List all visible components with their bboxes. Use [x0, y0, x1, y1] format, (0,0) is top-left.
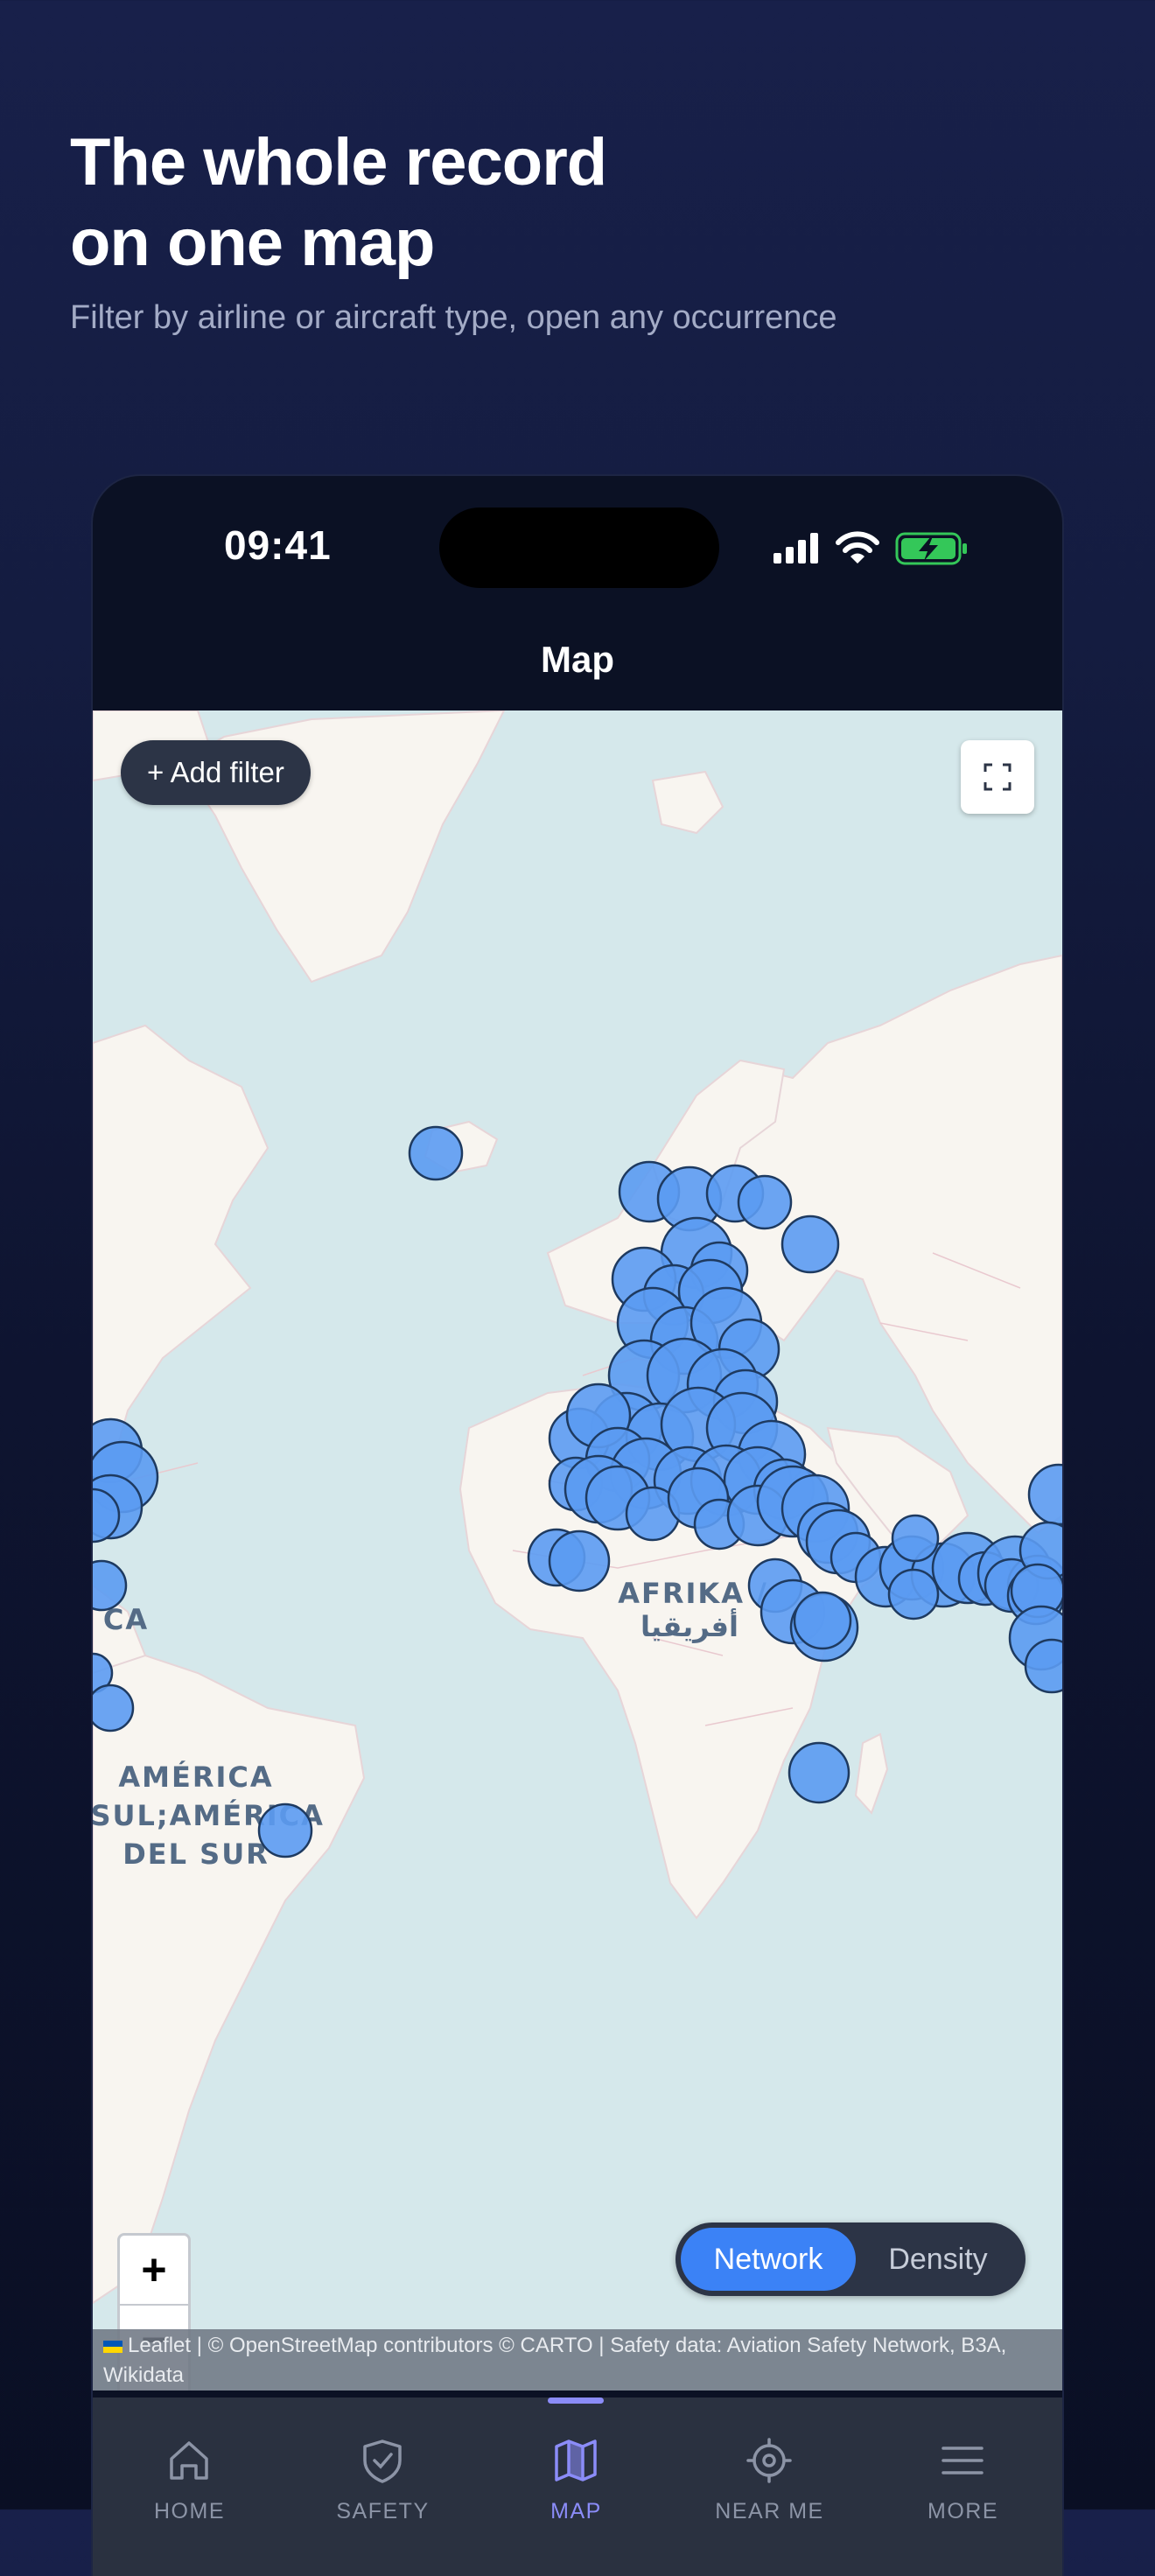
promo-headline-line2: on one map: [70, 206, 435, 280]
leaflet-link[interactable]: Leaflet: [128, 2334, 191, 2357]
mode-density-button[interactable]: Density: [856, 2228, 1020, 2291]
tab-near-me[interactable]: NEAR ME: [673, 2398, 866, 2576]
zoom-in-button[interactable]: +: [120, 2236, 188, 2304]
promo-subline: Filter by airline or aircraft type, open…: [70, 299, 837, 336]
map-label-south-america-line1: AMÉRICA: [118, 1760, 273, 1794]
occurrence-marker[interactable]: [737, 1174, 793, 1230]
landmass-madagascar: [854, 1732, 889, 1815]
tab-bar: HOME SAFETY MAP NEAR ME MORE: [93, 2398, 1062, 2576]
occurrence-marker[interactable]: [793, 1591, 852, 1650]
map-icon: [555, 2440, 597, 2482]
landmass-south-america: [93, 1654, 366, 2305]
occurrence-marker[interactable]: [548, 1530, 611, 1592]
map-label-africa-line2: أفريقيا: [640, 1608, 738, 1643]
ukraine-flag-icon: [103, 2340, 122, 2353]
status-time: 09:41: [224, 522, 332, 568]
tab-map[interactable]: MAP: [480, 2398, 673, 2576]
mode-network-button[interactable]: Network: [681, 2228, 856, 2291]
occurrence-marker[interactable]: [891, 1514, 940, 1563]
add-filter-button[interactable]: + Add filter: [121, 740, 311, 805]
promo-headline: The whole record on one map: [70, 122, 607, 284]
tab-active-indicator: [548, 2398, 604, 2404]
tab-safety[interactable]: SAFETY: [286, 2398, 480, 2576]
occurrence-marker[interactable]: [780, 1214, 840, 1274]
occurrence-marker[interactable]: [257, 1802, 313, 1858]
tab-more-label: MORE: [928, 2499, 998, 2524]
occurrence-marker[interactable]: [887, 1568, 940, 1620]
occurrence-marker[interactable]: [788, 1741, 850, 1804]
tab-map-label: MAP: [550, 2499, 602, 2524]
fullscreen-button[interactable]: [961, 740, 1034, 814]
shield-check-icon: [363, 2440, 402, 2483]
attribution-text: | © OpenStreetMap contributors © CARTO |…: [103, 2334, 1007, 2387]
map-label-africa-line1: AFRIKA /: [618, 1577, 768, 1610]
occurrence-marker[interactable]: [408, 1125, 464, 1181]
landmass-svalbard: [651, 770, 724, 835]
map-label-south-america-line3: DEL SUR: [122, 1838, 270, 1871]
menu-lines-icon: [942, 2446, 984, 2474]
occurrence-marker[interactable]: [93, 1684, 135, 1732]
wifi-icon: [836, 531, 879, 564]
tab-home[interactable]: HOME: [93, 2398, 286, 2576]
tab-more[interactable]: MORE: [866, 2398, 1060, 2576]
map-mode-toggle: Network Density: [676, 2222, 1026, 2296]
status-icons: [774, 531, 967, 565]
tab-safety-label: SAFETY: [336, 2499, 430, 2524]
tab-home-label: HOME: [154, 2499, 225, 2524]
map-view[interactable]: AFRIKA / أفريقيا AMÉRICA O SUL;AMÉRICA D…: [93, 710, 1062, 2390]
status-bar: 09:41: [93, 476, 1062, 607]
house-icon: [170, 2441, 208, 2480]
fullscreen-corners-icon: [984, 763, 1012, 791]
dynamic-island: [439, 508, 719, 588]
crosshair-icon: [746, 2438, 792, 2483]
tab-near-me-label: NEAR ME: [715, 2499, 824, 2524]
battery-charging-icon: [895, 532, 967, 565]
map-attribution: Leaflet | © OpenStreetMap contributors ©…: [93, 2329, 1062, 2390]
world-basemap: AFRIKA / أفريقيا AMÉRICA O SUL;AMÉRICA D…: [93, 710, 1062, 2305]
signal-icon: [774, 533, 818, 564]
promo-headline-line1: The whole record: [70, 125, 607, 200]
nav-title: Map: [541, 639, 614, 680]
phone-frame: 09:41 Map AFRIKA / أفريقيا AMÉRICA SUL;A…: [93, 476, 1062, 2576]
